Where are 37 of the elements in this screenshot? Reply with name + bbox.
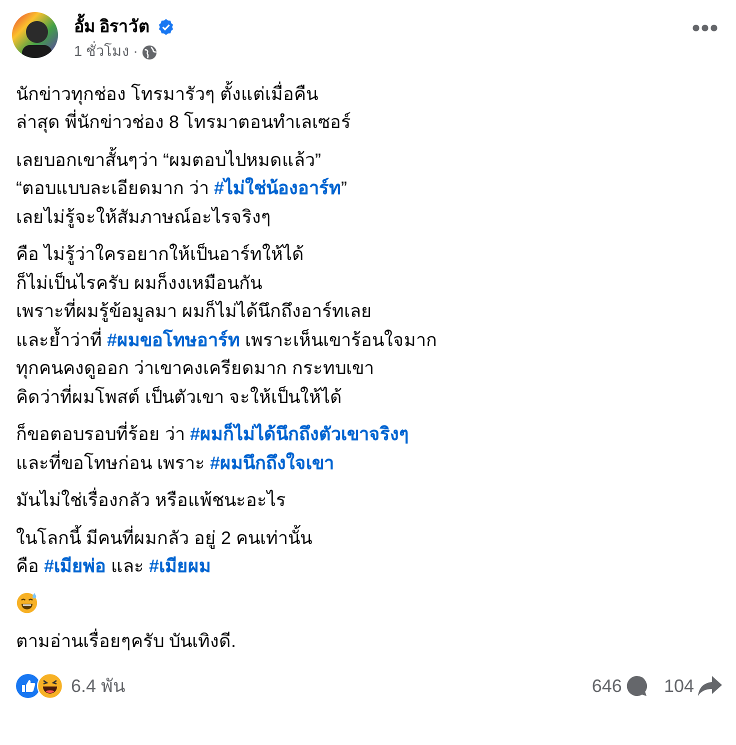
post-text-line: ตามอ่านเรื่อยๆครับ บันเทิงดี. bbox=[16, 627, 720, 656]
post-text-line: และย้ำว่าที่ #ผมขอโทษอาร์ท เพราะเห็นเขาร้อนใจมาก bbox=[16, 326, 720, 354]
post-text-line: คือ ไม่รู้ว่าใครอยากให้เป็นอาร์ทให้ได้ bbox=[16, 242, 306, 267]
more-options-icon[interactable] bbox=[692, 24, 718, 32]
like-icon bbox=[16, 674, 40, 698]
post-time[interactable]: 1 ชั่วโมง bbox=[74, 42, 130, 64]
post-text-line: เพราะที่ผมรู้ข้อมูลมา ผมก็ไม่ได้นึกถึงอาร์ทเลย bbox=[16, 297, 720, 326]
sweat-smile-icon bbox=[16, 592, 38, 614]
hashtag-link[interactable]: #ไม่ใช่น้องอาร์ท bbox=[214, 178, 342, 198]
separator-dot: · bbox=[133, 43, 138, 62]
post-text-line: นักข่าวทุกช่อง โทรมารัวๆ ตั้งแต่เมื่อคืน bbox=[16, 80, 720, 108]
post-text-line: ก็ไม่เป็นไรครับ ผมก็งงเหมือนกัน bbox=[16, 271, 264, 295]
share-count[interactable]: 104 bbox=[664, 672, 694, 700]
post-text-line: ก็ขอตอบรอบที่ร้อย ว่า #ผมก็ไม่ได้นึกถึงตัวเขาจริงๆ bbox=[16, 420, 720, 449]
hashtag-link[interactable]: #ผมขอโทษอาร์ท bbox=[107, 330, 240, 350]
post-text-line: เลยไม่รู้จะให้สัมภาษณ์อะไรจริงๆ bbox=[16, 206, 272, 230]
hashtag-link[interactable]: #ผมนึกถึงใจเขา bbox=[210, 452, 334, 473]
hashtag-link[interactable]: #เมียพ่อ bbox=[44, 556, 106, 576]
share-icon[interactable] bbox=[698, 676, 722, 696]
laughing-face-icon bbox=[37, 673, 63, 699]
post-text-line: มันไม่ใช่เรื่องกลัว หรือแพ้ชนะอะไร bbox=[16, 486, 720, 515]
post-text-line: และที่ขอโทษก่อน เพราะ #ผมนึกถึงใจเขา bbox=[16, 450, 336, 475]
post-text-line: เลยบอกเขาสั้นๆว่า “ผมตอบไปหมดแล้ว” bbox=[16, 146, 720, 174]
comment-count[interactable]: 646 bbox=[592, 672, 622, 700]
post-text-line: “ตอบแบบละเอียดมาก ว่า #ไม่ใช่น้องอาร์ท” bbox=[16, 176, 348, 200]
author-name[interactable]: อั้ม อิราวัต bbox=[74, 16, 150, 38]
post-text-line: คิดว่าที่ผมโพสต์ เป็นตัวเขา จะให้เป็นให้ได้ bbox=[16, 384, 344, 409]
reaction-count[interactable]: 6.4 พัน bbox=[71, 672, 126, 700]
hashtag-link[interactable]: #ผมก็ไม่ได้นึกถึงตัวเขาจริงๆ bbox=[190, 424, 410, 444]
post-text-line: ในโลกนี้ มีคนที่ผมกลัว อยู่ 2 คนเท่านั้น bbox=[16, 524, 720, 552]
post-text-line: ทุกคนคงดูออก ว่าเขาคงเครียดมาก กระทบเขา bbox=[16, 357, 376, 381]
globe-icon bbox=[142, 45, 157, 60]
hashtag-link[interactable]: #เมียผม bbox=[149, 556, 212, 576]
post-text-line: ล่าสุด พี่นักข่าวช่อง 8 โทรมาตอนทำเลเซอร์ bbox=[16, 108, 720, 137]
comment-icon[interactable] bbox=[626, 675, 648, 697]
avatar[interactable] bbox=[12, 12, 58, 58]
post-text-line: คือ #เมียพ่อ และ #เมียผม bbox=[16, 555, 212, 578]
